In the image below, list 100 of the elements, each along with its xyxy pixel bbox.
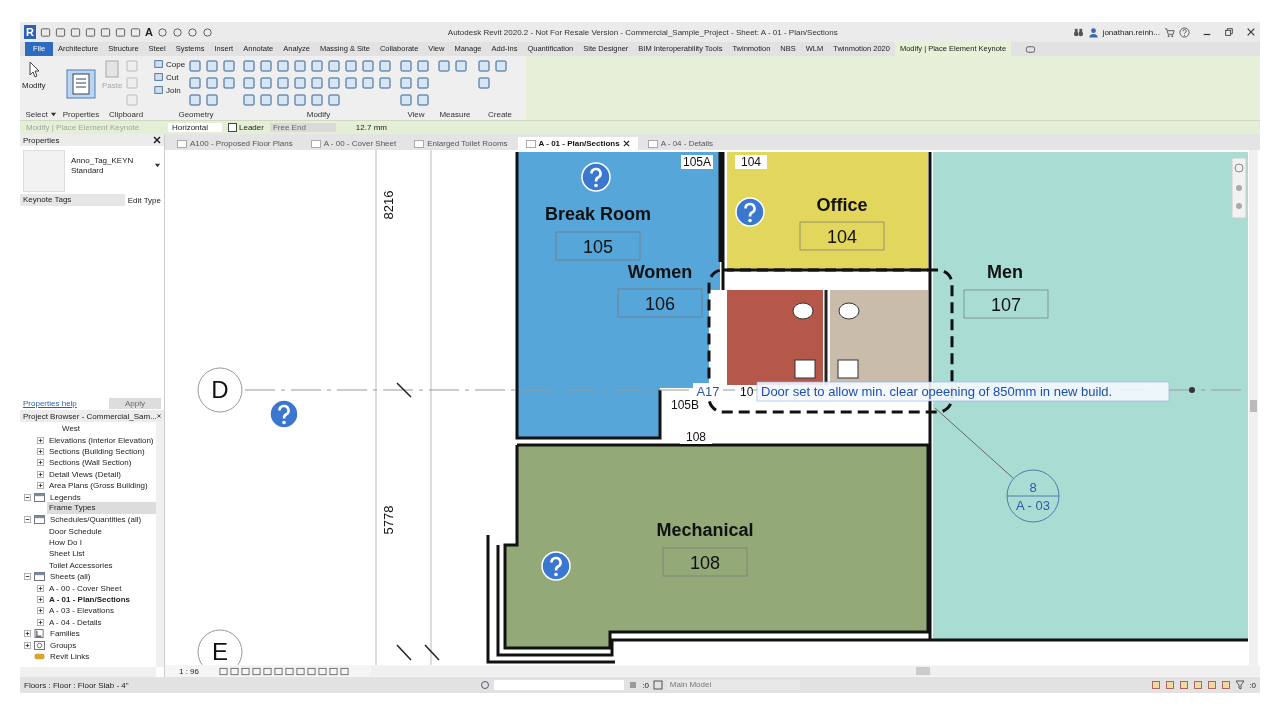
selection-toggle-icon[interactable] xyxy=(1221,680,1232,690)
scrollbar[interactable] xyxy=(20,667,156,677)
sheet-tab[interactable]: A - 01 - Plan/Sections xyxy=(517,137,638,150)
browser-item[interactable]: A - 03 - Elevations xyxy=(47,606,116,616)
browser-item[interactable]: A - 04 - Details xyxy=(47,617,104,627)
expand-icon[interactable] xyxy=(37,607,44,615)
expand-icon[interactable] xyxy=(24,630,31,638)
tool-icon[interactable] xyxy=(188,76,203,90)
tool-icon[interactable] xyxy=(494,59,508,73)
selection-toggle-icon[interactable] xyxy=(1165,680,1176,690)
tool-icon[interactable] xyxy=(259,76,273,90)
tool-icon[interactable] xyxy=(222,59,237,73)
edit-type-button[interactable]: Edit Type xyxy=(124,195,164,205)
tool-icon[interactable] xyxy=(399,76,413,90)
navigation-bar[interactable] xyxy=(1231,157,1247,219)
tool-icon[interactable] xyxy=(416,76,430,90)
expand-icon[interactable] xyxy=(37,436,44,444)
properties-help-link[interactable]: Properties help xyxy=(23,398,77,408)
scrollbar[interactable] xyxy=(1249,150,1258,665)
category-dropdown[interactable]: Keynote Tags xyxy=(20,194,125,206)
expand-icon[interactable] xyxy=(37,596,44,604)
tool-icon[interactable] xyxy=(205,93,220,107)
expand-icon[interactable] xyxy=(37,447,44,455)
collapse-icon[interactable] xyxy=(24,516,31,524)
tool-icon[interactable] xyxy=(188,59,203,73)
scroll-thumb[interactable] xyxy=(1250,400,1257,412)
restore-icon[interactable] xyxy=(1224,27,1234,37)
collapse-icon[interactable] xyxy=(24,493,31,501)
model-icon[interactable] xyxy=(652,680,663,690)
close-icon[interactable] xyxy=(622,140,630,147)
close-icon[interactable] xyxy=(153,136,161,144)
tool-icon[interactable] xyxy=(416,93,430,107)
binoculars-icon[interactable] xyxy=(1072,26,1084,38)
browser-item[interactable]: Families xyxy=(48,629,82,639)
toolbar-icon[interactable] xyxy=(130,26,141,38)
tool-icon[interactable] xyxy=(205,59,220,73)
browser-item[interactable]: Door Schedule xyxy=(47,526,104,536)
sheet-tab[interactable]: A - 04 - Details xyxy=(639,137,722,150)
tool-icon[interactable] xyxy=(259,59,273,73)
app-logo[interactable]: R xyxy=(24,25,36,39)
tool-button[interactable]: Modify xyxy=(22,81,46,90)
properties-icon[interactable] xyxy=(66,69,96,99)
tool-icon[interactable] xyxy=(327,59,341,73)
tool-button[interactable]: Cut xyxy=(154,72,186,82)
browser-item[interactable]: Frame Types xyxy=(47,502,156,515)
expand-icon[interactable] xyxy=(37,470,44,478)
selection-toggle-icon[interactable] xyxy=(1179,680,1190,690)
toolbar-icon[interactable] xyxy=(171,26,183,38)
browser-item[interactable]: Detail Views (Detail) xyxy=(47,469,123,479)
user-name[interactable]: jonathan.reinh... xyxy=(1102,27,1160,37)
tool-icon[interactable] xyxy=(205,76,220,90)
editable-icon[interactable] xyxy=(628,680,639,690)
tool-icon[interactable] xyxy=(293,76,307,90)
selection-toggle-icon[interactable] xyxy=(1151,680,1162,690)
workset-icon[interactable] xyxy=(480,680,491,690)
tool-icon[interactable] xyxy=(310,76,324,90)
tool-icon[interactable] xyxy=(477,59,491,73)
toolbar-icon[interactable] xyxy=(201,26,213,38)
browser-item[interactable]: Legends xyxy=(48,492,83,502)
tool-icon[interactable] xyxy=(399,59,413,73)
selection-toggle-icon[interactable] xyxy=(1207,680,1218,690)
browser-item[interactable]: West xyxy=(60,424,83,434)
browser-item[interactable]: How Do I xyxy=(47,538,84,548)
expand-icon[interactable] xyxy=(24,641,31,649)
browser-item[interactable]: Schedules/Quantities (all) xyxy=(48,515,144,525)
close-icon[interactable] xyxy=(156,412,161,420)
tool-icon[interactable] xyxy=(293,93,307,107)
toolbar-icon[interactable] xyxy=(100,26,111,38)
scrollbar[interactable] xyxy=(371,666,1260,676)
scrollbar[interactable] xyxy=(156,422,164,667)
toolbar-icon[interactable] xyxy=(156,26,168,38)
tool-icon[interactable] xyxy=(344,59,358,73)
toolbar-icon[interactable] xyxy=(85,26,96,38)
tool-icon[interactable] xyxy=(437,59,451,73)
scale-label[interactable]: 1 : 96 xyxy=(179,666,199,676)
toolbar-icon[interactable] xyxy=(70,26,81,38)
toolbar-icon[interactable] xyxy=(55,26,66,38)
expand-icon[interactable] xyxy=(37,618,44,626)
tool-icon[interactable] xyxy=(477,76,491,90)
caret-icon[interactable] xyxy=(49,110,57,118)
browser-item[interactable]: Sections (Wall Section) xyxy=(47,458,134,468)
tool-icon[interactable] xyxy=(276,93,290,107)
tool-icon[interactable] xyxy=(361,59,375,73)
toolbar-icon[interactable] xyxy=(115,26,126,38)
tool-icon[interactable] xyxy=(222,76,237,90)
tool-icon[interactable] xyxy=(259,93,273,107)
browser-item[interactable]: Revit Links xyxy=(48,652,92,661)
tool-icon[interactable] xyxy=(242,93,256,107)
tool-icon[interactable] xyxy=(327,93,341,107)
browser-item[interactable]: A - 01 - Plan/Sections xyxy=(47,595,133,605)
browser-item[interactable]: Groups xyxy=(48,640,79,650)
close-icon[interactable] xyxy=(1246,27,1256,37)
tool-icon[interactable] xyxy=(378,59,392,73)
browser-item[interactable]: Sheets (all) xyxy=(48,572,93,582)
browser-item[interactable]: Elevations (Interior Elevation) xyxy=(47,435,156,445)
tool-icon[interactable] xyxy=(454,59,468,73)
tool-icon[interactable] xyxy=(361,76,375,90)
panel-toggle-icon[interactable] xyxy=(1025,43,1037,55)
tool-icon[interactable] xyxy=(242,76,256,90)
caret-icon[interactable] xyxy=(154,162,161,169)
